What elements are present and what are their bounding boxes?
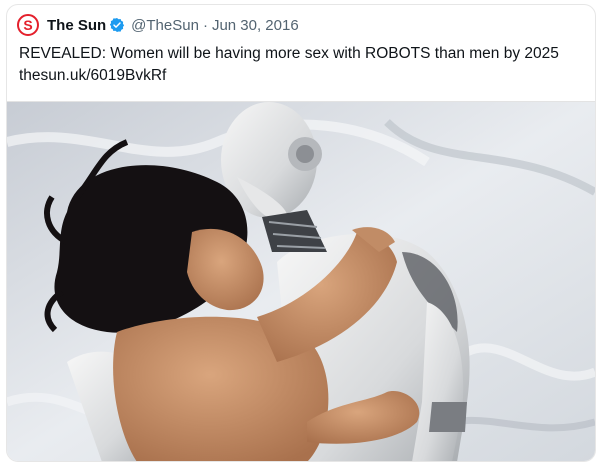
tweet-text: REVEALED: Women will be having more sex … bbox=[19, 45, 559, 62]
svg-text:S: S bbox=[23, 17, 32, 33]
tweet-card[interactable]: S The Sun @TheSun · Jun 30, 2016 REVEALE… bbox=[6, 4, 596, 462]
meta-separator: · bbox=[202, 16, 208, 34]
verified-badge-icon bbox=[110, 18, 125, 32]
robot-and-woman-photo bbox=[7, 102, 595, 461]
the-sun-logo[interactable]: S bbox=[17, 14, 39, 36]
author-name[interactable]: The Sun bbox=[47, 17, 106, 34]
tweet-header: S The Sun @TheSun · Jun 30, 2016 bbox=[17, 13, 299, 37]
author-handle[interactable]: @TheSun bbox=[131, 17, 199, 34]
tweet-date[interactable]: Jun 30, 2016 bbox=[212, 17, 299, 34]
tweet-media-image[interactable] bbox=[7, 101, 595, 461]
tweet-body: REVEALED: Women will be having more sex … bbox=[19, 43, 589, 87]
tweet-link[interactable]: thesun.uk/6019BvkRf bbox=[19, 65, 589, 87]
